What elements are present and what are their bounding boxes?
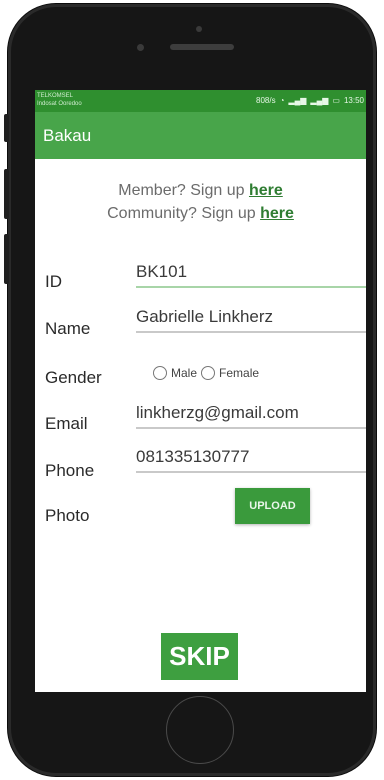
battery-icon: ▭ [332, 96, 340, 105]
email-label: Email [45, 414, 88, 433]
gender-female-option[interactable]: Female [201, 366, 259, 380]
signal-icon-2: ▂▄▆ [310, 96, 329, 105]
volume-down-button [4, 234, 9, 284]
home-button[interactable] [166, 696, 234, 764]
carrier-info: TELKOMSEL Indosat Ooredoo [37, 92, 82, 108]
clock: 13:50 [343, 96, 364, 105]
network-speed: 808/s [256, 96, 276, 105]
community-signup-line: Community? Sign up here [35, 202, 366, 225]
carrier-line-1: TELKOMSEL [37, 93, 74, 99]
device-screen: TELKOMSEL Indosat Ooredoo 808/s ◔ ▂▄▆ ▂▄… [35, 90, 366, 692]
phone-input[interactable]: 081335130777 [136, 447, 366, 473]
male-radio-label: Male [171, 366, 198, 380]
id-label: ID [45, 272, 62, 291]
female-radio-button[interactable] [201, 366, 216, 380]
female-radio-label: Female [219, 366, 260, 380]
front-camera [196, 26, 202, 32]
community-signup-text: Community? Sign up [107, 205, 261, 222]
skip-button[interactable]: SKIP [161, 633, 238, 680]
upload-button[interactable]: UPLOAD [235, 488, 310, 524]
proximity-sensor [137, 44, 144, 51]
gender-male-option[interactable]: Male [153, 366, 197, 380]
community-signup-link[interactable]: here [260, 205, 294, 222]
signal-icon: ▂▄▆ [288, 96, 307, 105]
email-input[interactable]: linkherzg@gmail.com [136, 403, 366, 429]
name-label: Name [45, 319, 91, 338]
carrier-line-2: Indosat Ooredoo [37, 101, 82, 107]
app-title: Bakau [43, 125, 92, 145]
app-bar: Bakau [35, 112, 366, 159]
photo-label: Photo [45, 506, 90, 525]
member-signup-line: Member? Sign up here [35, 179, 366, 202]
status-bar: TELKOMSEL Indosat Ooredoo 808/s ◔ ▂▄▆ ▂▄… [35, 90, 366, 112]
wifi-icon: ◔ [279, 96, 285, 105]
signup-links: Member? Sign up here Community? Sign up … [35, 179, 366, 225]
volume-up-button [4, 169, 9, 219]
name-input[interactable]: Gabrielle Linkherz [136, 307, 366, 333]
gender-label: Gender [45, 368, 102, 387]
registration-form: Member? Sign up here Community? Sign up … [35, 159, 366, 692]
gender-radio-group: Male Female [153, 366, 263, 380]
member-signup-text: Member? Sign up [118, 182, 249, 199]
status-icons: 808/s ◔ ▂▄▆ ▂▄▆ ▭ 13:50 [256, 96, 364, 105]
member-signup-link[interactable]: here [249, 182, 283, 199]
id-input[interactable]: BK101 [136, 262, 366, 288]
male-radio-button[interactable] [153, 366, 167, 380]
phone-label: Phone [45, 461, 95, 480]
mute-switch [4, 114, 9, 142]
earpiece-speaker [170, 44, 234, 50]
